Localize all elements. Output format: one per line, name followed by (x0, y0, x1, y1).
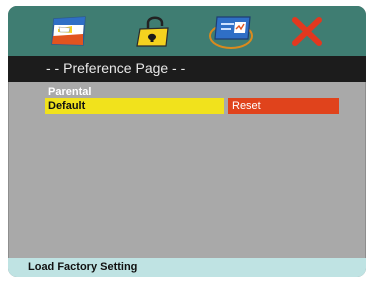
section-label-parental: Parental (48, 86, 92, 98)
tab-picture[interactable] (50, 14, 88, 48)
page-title-bar: - - Preference Page - - (8, 56, 366, 82)
tab-lock[interactable] (134, 14, 172, 48)
lock-icon (136, 16, 169, 47)
tab-exit[interactable] (290, 14, 324, 48)
picture-settings-icon (51, 16, 86, 46)
status-bar: Load Factory Setting (8, 258, 366, 277)
reset-button[interactable]: Reset (228, 98, 339, 114)
display-setup-icon (209, 16, 253, 49)
page-title: - - Preference Page - - (46, 60, 186, 76)
tab-bar (8, 6, 366, 56)
status-text: Load Factory Setting (28, 261, 138, 273)
tab-display[interactable] (208, 14, 254, 49)
default-item[interactable]: Default (45, 98, 224, 114)
osd-menu: - - Preference Page - - Parental Default… (8, 6, 366, 277)
exit-icon (292, 17, 322, 46)
